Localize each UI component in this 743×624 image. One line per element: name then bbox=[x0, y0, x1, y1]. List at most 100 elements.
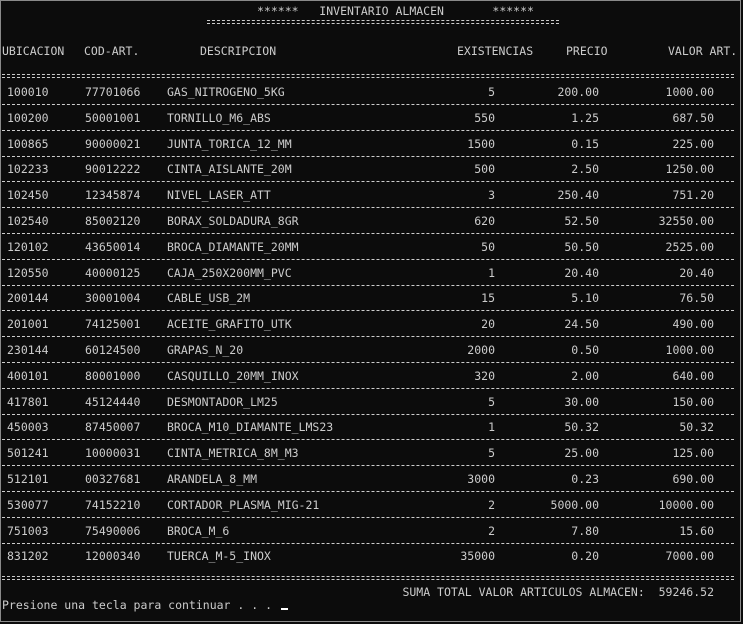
table-row: 400101 80001000 CASQUILLO_20MM_INOX 320 2.00… bbox=[0, 363, 743, 389]
cell-valor: 76.50 bbox=[679, 291, 714, 306]
table-row: 100010 77701066 GAS_NITROGENO_5KG 5 200.00 10… bbox=[0, 79, 743, 105]
header-existencias: EXISTENCIAS bbox=[457, 44, 534, 58]
cell-cod-art: 50001001 bbox=[85, 110, 141, 125]
cell-valor: 125.00 bbox=[672, 446, 714, 461]
report-title: ****** INVENTARIO ALMACEN ****** bbox=[257, 4, 534, 18]
cell-cod-art: 12000340 bbox=[85, 549, 141, 564]
table-row: 417801 45124440 DESMONTADOR_LM25 5 30.00 150.… bbox=[0, 389, 743, 415]
cell-descripcion: ARANDELA_8_MM bbox=[167, 472, 258, 486]
table-row: 102450 12345874 NIVEL_LASER_ATT 3 250.40 751.… bbox=[0, 182, 743, 209]
header-precio: PRECIO bbox=[566, 44, 608, 58]
cell-descripcion: TORNILLO_M6_ABS bbox=[167, 110, 271, 125]
cell-precio: 50.50 bbox=[564, 239, 599, 254]
cell-descripcion: NIVEL_LASER_ATT bbox=[167, 188, 271, 203]
cell-existencias: 620 bbox=[474, 214, 495, 228]
cell-descripcion: CABLE_USB_2M bbox=[167, 291, 251, 306]
cell-cod-art: 40000125 bbox=[85, 265, 141, 280]
cell-descripcion: BORAX_SOLDADURA_8GR bbox=[167, 214, 299, 228]
title-underline bbox=[207, 20, 559, 24]
cell-valor: 20.40 bbox=[679, 265, 714, 280]
table-row: 530077 74152210 CORTADOR_PLASMA_MIG-21 2 500… bbox=[0, 492, 743, 518]
cell-ubicacion: 400101 bbox=[7, 368, 49, 383]
cell-ubicacion: 102540 bbox=[7, 214, 49, 228]
table-row: 100865 90000021 JUNTA_TORICA_12_MM 1500 0.15… bbox=[0, 131, 743, 157]
cell-ubicacion: 102233 bbox=[7, 162, 49, 177]
cell-cod-art: 00327681 bbox=[85, 472, 141, 486]
cell-cod-art: 77701066 bbox=[85, 85, 141, 99]
cell-existencias: 1 bbox=[488, 265, 495, 280]
cell-cod-art: 87450007 bbox=[85, 420, 141, 435]
cell-precio: 25.00 bbox=[564, 446, 599, 461]
cell-descripcion: ACEITE_GRAFITO_UTK bbox=[167, 317, 292, 332]
cell-ubicacion: 230144 bbox=[7, 343, 49, 357]
cell-existencias: 50 bbox=[481, 239, 495, 254]
cell-precio: 50.32 bbox=[564, 420, 599, 435]
cell-precio: 200.00 bbox=[557, 85, 599, 99]
table-row: 200144 30001004 CABLE_USB_2M 15 5.10 76.50 bbox=[0, 285, 743, 312]
cell-precio: 7.80 bbox=[571, 523, 599, 538]
cell-ubicacion: 530077 bbox=[7, 497, 49, 512]
cell-descripcion: GRAPAS_N_20 bbox=[167, 343, 244, 357]
table-row: 501241 10000031 CINTA_METRICA_8M_M3 5 25.00 1… bbox=[0, 440, 743, 467]
cell-precio: 0.20 bbox=[571, 549, 599, 564]
cell-precio: 0.50 bbox=[571, 343, 599, 357]
header-descripcion: DESCRIPCION bbox=[200, 44, 277, 58]
cell-ubicacion: 201001 bbox=[7, 317, 49, 332]
cell-cod-art: 60124500 bbox=[85, 343, 141, 357]
cell-ubicacion: 120550 bbox=[7, 265, 49, 280]
cell-descripcion: CASQUILLO_20MM_INOX bbox=[167, 368, 299, 383]
cell-cod-art: 74125001 bbox=[85, 317, 141, 332]
cell-ubicacion: 102450 bbox=[7, 188, 49, 203]
cell-existencias: 1 bbox=[488, 420, 495, 435]
cell-cod-art: 45124440 bbox=[85, 394, 141, 409]
cell-cod-art: 10000031 bbox=[85, 446, 141, 461]
cell-ubicacion: 501241 bbox=[7, 446, 49, 461]
cell-ubicacion: 450003 bbox=[7, 420, 49, 435]
cell-descripcion: JUNTA_TORICA_12_MM bbox=[167, 136, 292, 151]
cell-precio: 24.50 bbox=[564, 317, 599, 332]
header-ubicacion: UBICACION bbox=[2, 44, 65, 58]
cell-ubicacion: 831202 bbox=[7, 549, 49, 564]
cell-valor: 751.20 bbox=[672, 188, 714, 203]
table-row: 120102 43650014 BROCA_DIAMANTE_20MM 50 50.50… bbox=[0, 234, 743, 260]
table-row: 450003 87450007 BROCA_M10_DIAMANTE_LMS23 1 5… bbox=[0, 414, 743, 441]
cell-valor: 50.32 bbox=[679, 420, 714, 435]
cell-precio: 5000.00 bbox=[550, 497, 599, 512]
cell-cod-art: 43650014 bbox=[85, 239, 141, 254]
cell-existencias: 5 bbox=[488, 85, 495, 99]
cell-ubicacion: 100200 bbox=[7, 110, 49, 125]
cell-valor: 640.00 bbox=[672, 368, 714, 383]
cell-existencias: 5 bbox=[488, 394, 495, 409]
table-row: 120550 40000125 CAJA_250X200MM_PVC 1 20.40 20… bbox=[0, 260, 743, 286]
header-cod-art: COD-ART. bbox=[84, 44, 140, 58]
cell-descripcion: CINTA_METRICA_8M_M3 bbox=[167, 446, 299, 461]
table-row: 512101 00327681 ARANDELA_8_MM 3000 0.23 690.0… bbox=[0, 466, 743, 492]
cell-existencias: 1500 bbox=[467, 136, 495, 151]
footer-separator bbox=[2, 576, 734, 580]
cell-valor: 150.00 bbox=[672, 394, 714, 409]
cell-descripcion: BROCA_M_6 bbox=[167, 523, 230, 538]
cell-valor: 10000.00 bbox=[658, 497, 714, 512]
header-valor-art: VALOR ART. bbox=[668, 44, 738, 58]
cell-descripcion: CINTA_AISLANTE_20M bbox=[167, 162, 292, 177]
cell-descripcion: TUERCA_M-5_INOX bbox=[167, 549, 271, 564]
cell-valor: 490.00 bbox=[672, 317, 714, 332]
cell-valor: 2525.00 bbox=[665, 239, 714, 254]
cell-valor: 1000.00 bbox=[665, 85, 714, 99]
cell-ubicacion: 417801 bbox=[7, 394, 49, 409]
table-row: 100200 50001001 TORNILLO_M6_ABS 550 1.25 687.… bbox=[0, 105, 743, 131]
cell-precio: 0.23 bbox=[571, 472, 599, 486]
cell-ubicacion: 200144 bbox=[7, 291, 49, 306]
cell-cod-art: 90000021 bbox=[85, 136, 141, 151]
cell-precio: 1.25 bbox=[571, 110, 599, 125]
cell-descripcion: BROCA_DIAMANTE_20MM bbox=[167, 239, 299, 254]
cell-descripcion: DESMONTADOR_LM25 bbox=[167, 394, 278, 409]
cell-precio: 2.00 bbox=[571, 368, 599, 383]
table-row: 831202 12000340 TUERCA_M-5_INOX 35000 0.20 70… bbox=[0, 543, 743, 569]
cell-descripcion: GAS_NITROGENO_5KG bbox=[167, 85, 285, 99]
cell-ubicacion: 100010 bbox=[7, 85, 49, 99]
cell-cod-art: 75490006 bbox=[85, 523, 141, 538]
cell-ubicacion: 512101 bbox=[7, 472, 49, 486]
cell-valor: 1250.00 bbox=[665, 162, 714, 177]
table-row: 102233 90012222 CINTA_AISLANTE_20M 500 2.50 1… bbox=[0, 156, 743, 183]
